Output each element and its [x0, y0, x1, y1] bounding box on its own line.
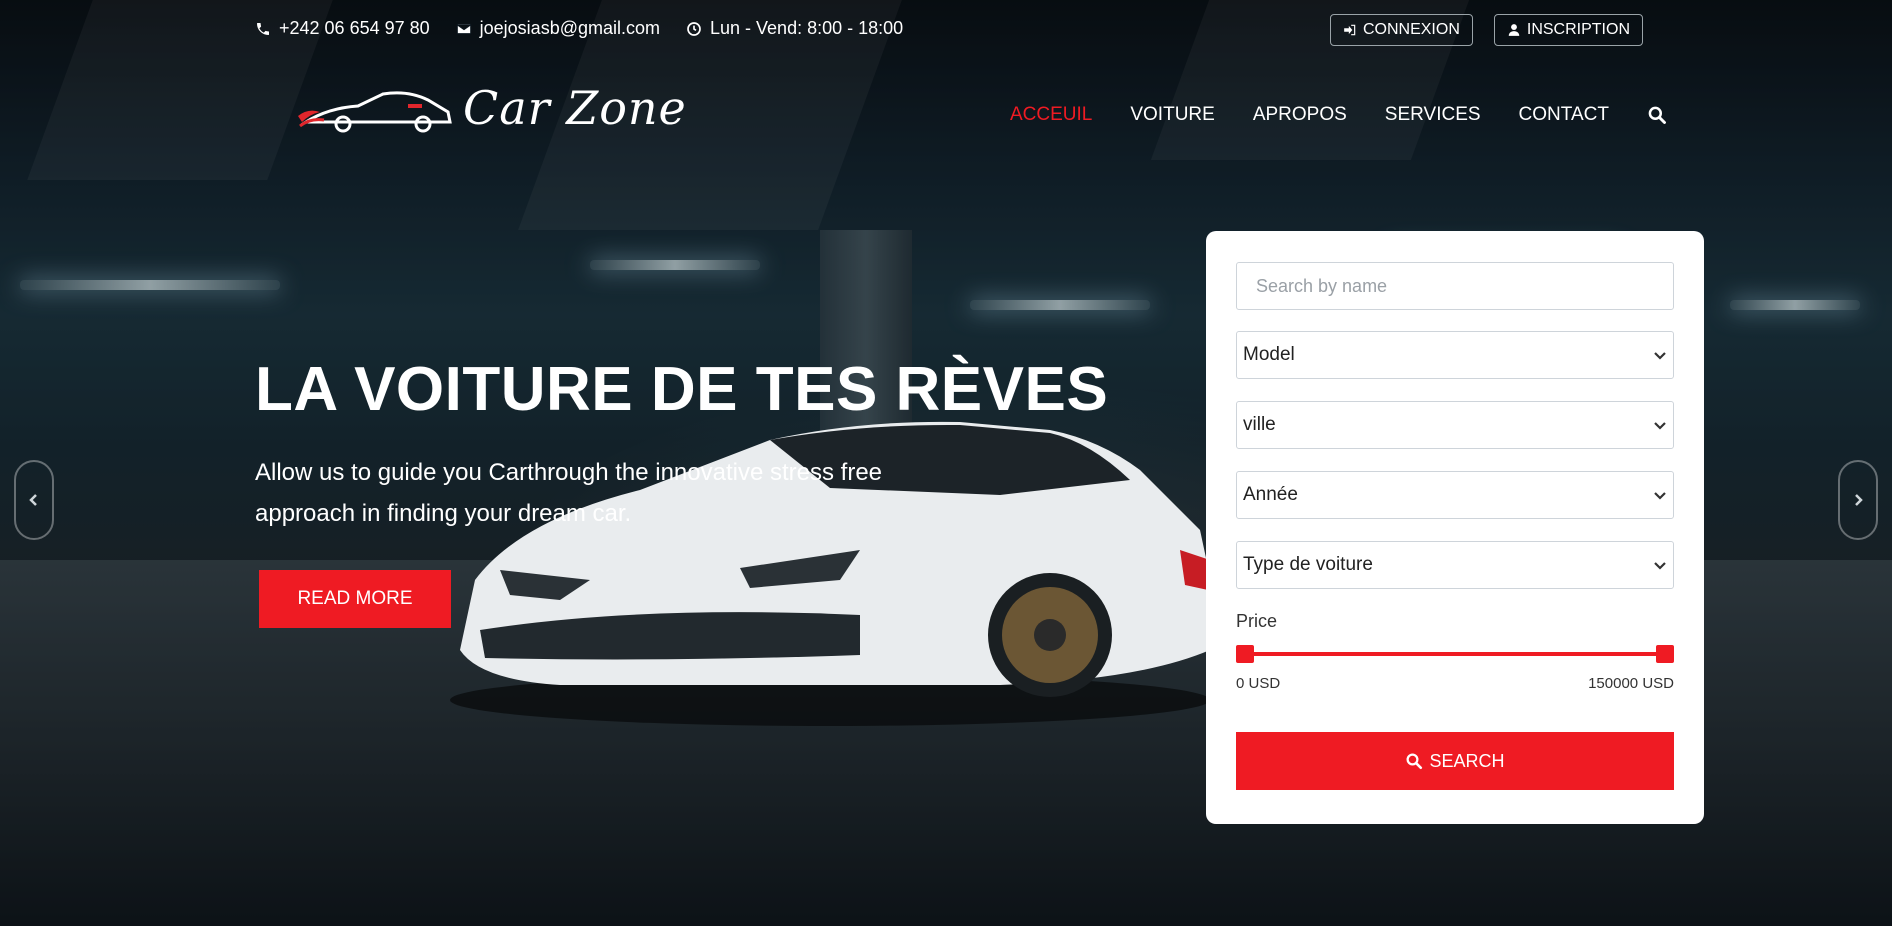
chevron-down-icon: [1654, 352, 1666, 360]
logo-text: Car Zone: [463, 81, 687, 135]
signup-label: INSCRIPTION: [1526, 21, 1630, 38]
car-type-select[interactable]: Type de voiture: [1236, 541, 1674, 589]
city-select-value: ville: [1243, 414, 1276, 435]
search-icon[interactable]: [1647, 105, 1667, 125]
city-select[interactable]: ville: [1236, 401, 1674, 449]
carousel-next-button[interactable]: [1838, 460, 1878, 540]
model-select[interactable]: Model: [1236, 331, 1674, 379]
sign-in-icon: [1344, 24, 1356, 36]
nav-item-contact[interactable]: CONTACT: [1519, 104, 1609, 126]
hero-subtitle: Allow us to guide you Carthrough the inn…: [255, 459, 883, 527]
search-button[interactable]: SEARCH: [1236, 732, 1674, 790]
price-label: Price: [1236, 611, 1278, 631]
hours-info: Lun - Vend: 8:00 - 18:00: [686, 18, 903, 39]
car-search-panel: Search by name Model ville Année Type de…: [1206, 231, 1704, 824]
price-max-handle[interactable]: [1656, 645, 1674, 663]
search-name-placeholder: Search by name: [1256, 275, 1388, 296]
year-select[interactable]: Année: [1236, 471, 1674, 519]
price-range-values: 0 USD 150000 USD: [1236, 675, 1674, 692]
nav-item-acceuil[interactable]: ACCEUIL: [1010, 104, 1092, 126]
nav-item-services[interactable]: SERVICES: [1385, 104, 1481, 126]
login-button[interactable]: CONNEXION: [1329, 14, 1473, 46]
nav-item-voiture[interactable]: VOITURE: [1130, 104, 1214, 126]
contact-bar: +242 06 654 97 80 joejosiasb@gmail.com L…: [255, 18, 903, 39]
clock-icon: [687, 21, 701, 36]
car-type-select-value: Type de voiture: [1243, 554, 1373, 575]
main-nav: ACCEUIL VOITURE APROPOS SERVICES CONTACT: [1010, 104, 1667, 126]
opening-hours: Lun - Vend: 8:00 - 18:00: [710, 18, 904, 38]
price-range-slider[interactable]: [1236, 644, 1674, 664]
carousel-prev-button[interactable]: [14, 460, 54, 540]
car-logo-icon: [298, 91, 452, 133]
price-slider-track: [1240, 652, 1670, 656]
phone-number: +242 06 654 97 80: [279, 18, 430, 38]
hero-car-image: [450, 421, 1215, 726]
model-select-value: Model: [1243, 344, 1295, 365]
price-min-value: 0 USD: [1236, 675, 1281, 692]
search-icon: [1406, 753, 1423, 770]
user-icon: [1508, 24, 1520, 36]
nav-item-apropos[interactable]: APROPOS: [1253, 104, 1347, 126]
chevron-down-icon: [1654, 492, 1666, 500]
search-button-label: SEARCH: [1429, 750, 1505, 771]
price-min-handle[interactable]: [1236, 645, 1254, 663]
email-info: joejosiasb@gmail.com: [456, 18, 660, 39]
chevron-down-icon: [1654, 422, 1666, 430]
read-more-button[interactable]: READ MORE: [259, 570, 451, 628]
hero-title: LA VOITURE DE TES RÈVES: [255, 355, 1109, 424]
price-max-value: 150000 USD: [1588, 675, 1674, 692]
chevron-left-icon: [29, 494, 37, 506]
phone-icon: [257, 22, 269, 35]
envelope-icon: [456, 23, 471, 34]
chevron-down-icon: [1654, 562, 1666, 570]
site-logo[interactable]: Car Zone: [298, 81, 687, 136]
chevron-right-icon: [1855, 494, 1863, 506]
login-label: CONNEXION: [1362, 21, 1460, 38]
search-name-input[interactable]: Search by name: [1236, 262, 1674, 310]
auth-buttons: CONNEXION INSCRIPTION: [1329, 14, 1643, 46]
phone-info: +242 06 654 97 80: [255, 18, 430, 39]
year-select-value: Année: [1243, 484, 1298, 505]
email-address: joejosiasb@gmail.com: [479, 18, 660, 38]
signup-button[interactable]: INSCRIPTION: [1493, 14, 1643, 46]
